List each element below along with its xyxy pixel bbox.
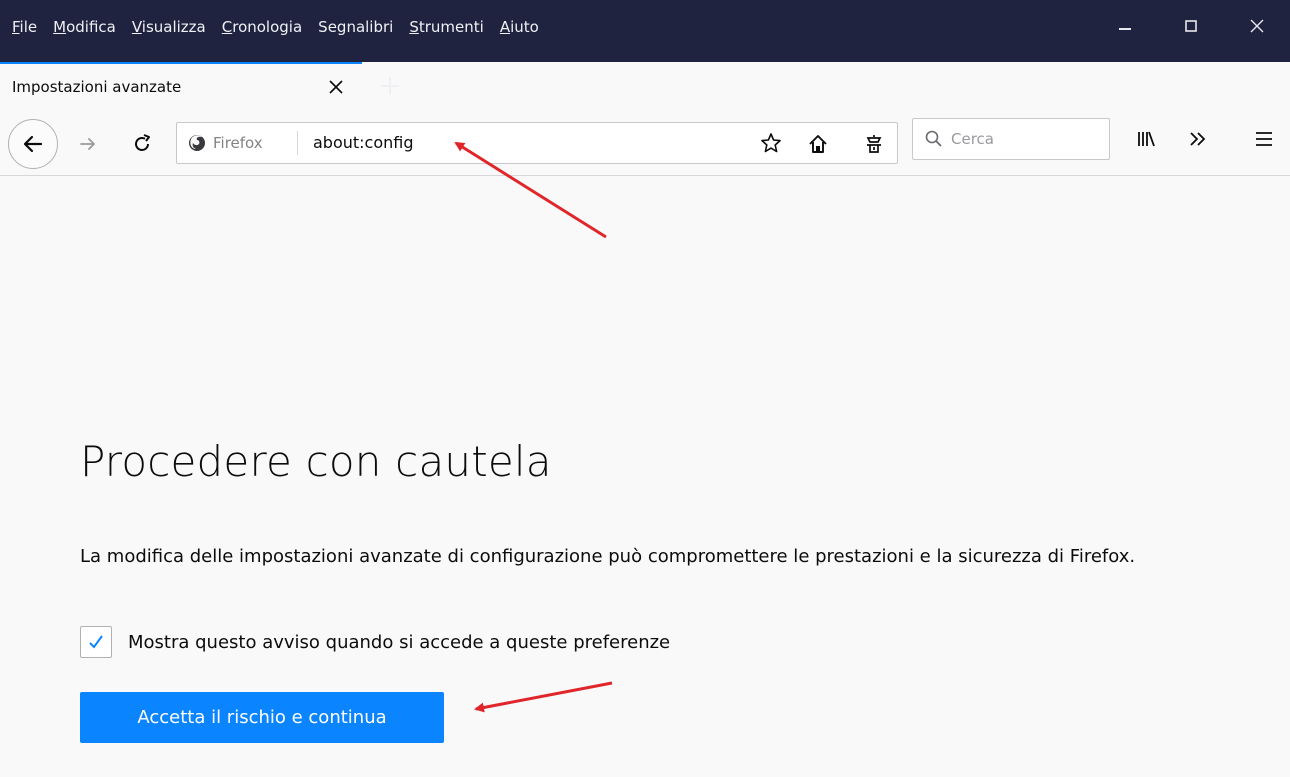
identity-separator xyxy=(297,131,298,155)
maximize-button[interactable] xyxy=(1158,0,1224,52)
tab-title: Impostazioni avanzate xyxy=(12,78,182,96)
show-warning-checkbox[interactable] xyxy=(80,626,112,658)
menu-visualizza[interactable]: Visualizza xyxy=(132,18,206,36)
home-button[interactable] xyxy=(800,126,836,162)
app-menu-button[interactable] xyxy=(1246,121,1282,157)
menu-segnalibri[interactable]: Segnalibri xyxy=(318,18,393,36)
close-icon xyxy=(1250,19,1264,33)
plus-icon xyxy=(381,77,399,95)
menu-bar: File Modifica Visualizza Cronologia Segn… xyxy=(0,0,541,52)
url-text[interactable]: about:config xyxy=(313,123,414,163)
title-bar: File Modifica Visualizza Cronologia Segn… xyxy=(0,0,1290,62)
warning-description: La modifica delle impostazioni avanzate … xyxy=(80,546,1136,567)
maximize-icon xyxy=(1185,20,1197,32)
window-controls xyxy=(1092,0,1290,52)
back-button[interactable] xyxy=(8,119,58,169)
url-bar[interactable]: Firefox about:config xyxy=(176,122,898,164)
page-title: Procedere con cautela xyxy=(80,437,552,486)
accept-risk-button[interactable]: Accetta il rischio e continua xyxy=(80,692,444,743)
new-tab-button[interactable] xyxy=(370,66,410,106)
search-bar[interactable]: Cerca xyxy=(912,118,1110,160)
forward-arrow-icon xyxy=(80,138,95,150)
library-icon xyxy=(1138,131,1155,147)
star-icon xyxy=(761,133,781,153)
show-warning-option[interactable]: Mostra questo avviso quando si accede a … xyxy=(80,626,670,658)
search-icon xyxy=(923,128,945,150)
back-arrow-icon xyxy=(23,135,43,153)
minimize-icon xyxy=(1119,28,1131,30)
reload-icon xyxy=(135,134,150,151)
overflow-chevron-icon xyxy=(1190,132,1206,146)
forward-button[interactable] xyxy=(70,126,106,162)
hamburger-menu-icon xyxy=(1256,132,1272,146)
menu-modifica[interactable]: Modifica xyxy=(53,18,116,36)
checkmark-icon xyxy=(89,635,103,649)
site-identity[interactable]: Firefox xyxy=(187,123,263,163)
menu-cronologia[interactable]: Cronologia xyxy=(222,18,302,36)
firefox-logo-icon xyxy=(189,135,205,151)
save-to-pocket-icon xyxy=(866,135,882,153)
tab-close-button[interactable] xyxy=(316,67,356,107)
menu-file[interactable]: File xyxy=(12,18,37,36)
tab-impostazioni-avanzate[interactable]: Impostazioni avanzate xyxy=(0,62,362,110)
identity-label: Firefox xyxy=(213,134,263,152)
library-button[interactable] xyxy=(1128,121,1164,157)
menu-aiuto[interactable]: Aiuto xyxy=(500,18,539,36)
minimize-button[interactable] xyxy=(1092,0,1158,52)
reload-button[interactable] xyxy=(122,126,162,162)
save-to-pocket-button[interactable] xyxy=(856,126,892,162)
home-icon xyxy=(809,135,827,153)
search-placeholder: Cerca xyxy=(951,130,994,148)
close-window-button[interactable] xyxy=(1224,0,1290,52)
overflow-menu-button[interactable] xyxy=(1180,121,1216,157)
show-warning-label[interactable]: Mostra questo avviso quando si accede a … xyxy=(128,632,670,653)
menu-strumenti[interactable]: Strumenti xyxy=(409,18,483,36)
bookmark-star-button[interactable] xyxy=(753,125,789,161)
close-icon xyxy=(329,80,343,94)
